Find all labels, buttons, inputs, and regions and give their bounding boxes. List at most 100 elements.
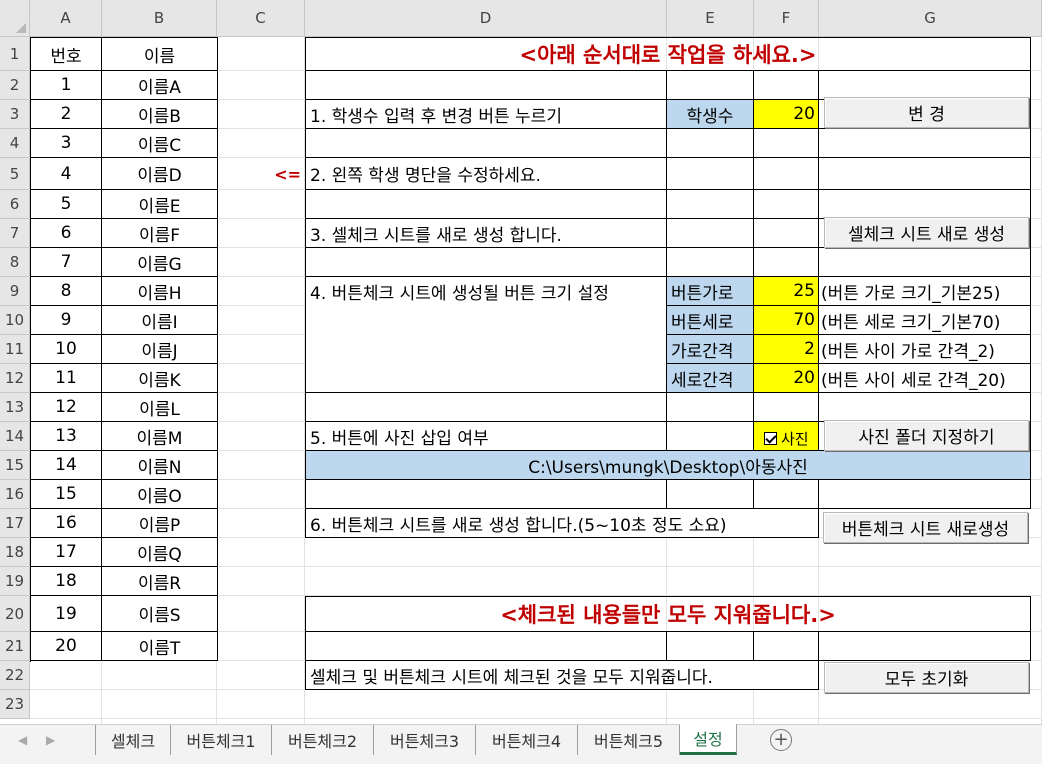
step4-text[interactable]: 4. 버튼체크 시트에 생성될 버튼 크기 설정 <box>305 277 667 306</box>
scroll-left-icon[interactable]: ◀ <box>18 733 27 747</box>
row-header-3[interactable]: 3 <box>0 100 30 129</box>
cell-d10[interactable] <box>305 306 667 335</box>
student-name-cell[interactable]: 이름E <box>102 190 218 219</box>
row-header-19[interactable]: 19 <box>0 567 30 596</box>
step5-text[interactable]: 5. 버튼에 사진 삽입 여부 <box>305 422 667 451</box>
cell-f5[interactable] <box>754 158 819 190</box>
instructions-title[interactable]: <아래 순서대로 작업을 하세요.> <box>305 37 1031 71</box>
vertical-gap-label[interactable]: 세로간격 <box>667 364 754 393</box>
column-header-g[interactable]: G <box>819 0 1042 37</box>
button-height-input[interactable]: 70 <box>754 306 819 335</box>
tab-buttoncheck4[interactable]: 버튼체크4 <box>476 725 578 755</box>
cell-g16[interactable] <box>819 480 1031 509</box>
cell-e5[interactable] <box>667 158 754 190</box>
cell-f6[interactable] <box>754 190 819 219</box>
student-number-cell[interactable]: 4 <box>30 158 102 190</box>
row-header-23[interactable]: 23 <box>0 690 30 719</box>
cell-f4[interactable] <box>754 129 819 158</box>
cell-f13[interactable] <box>754 393 819 422</box>
column-header-b[interactable]: B <box>102 0 217 37</box>
set-photo-folder-button[interactable]: 사진 폴더 지정하기 <box>824 420 1029 451</box>
cell-e2[interactable] <box>667 71 754 100</box>
step3-text[interactable]: 3. 셀체크 시트를 새로 생성 합니다. <box>305 219 667 248</box>
cell-e6[interactable] <box>667 190 754 219</box>
vertical-gap-input[interactable]: 20 <box>754 364 819 393</box>
row-header-8[interactable]: 8 <box>0 248 30 277</box>
cell-d4[interactable] <box>305 129 667 158</box>
cell-g4[interactable] <box>819 129 1031 158</box>
student-number-cell[interactable]: 14 <box>30 451 102 480</box>
button-height-label[interactable]: 버튼세로 <box>667 306 754 335</box>
cell-g21[interactable] <box>819 632 1031 661</box>
row-header-5[interactable]: 5 <box>0 158 30 190</box>
photo-checkbox[interactable]: 사진 <box>764 428 818 448</box>
student-name-cell[interactable]: 이름G <box>102 248 218 277</box>
student-number-cell[interactable]: 19 <box>30 596 102 632</box>
student-number-cell[interactable]: 2 <box>30 100 102 129</box>
cell-d2[interactable] <box>305 71 667 100</box>
student-name-cell[interactable]: 이름J <box>102 335 218 364</box>
step1-text[interactable]: 1. 학생수 입력 후 변경 버튼 누르기 <box>305 100 667 129</box>
student-number-cell[interactable]: 13 <box>30 422 102 451</box>
student-number-cell[interactable]: 17 <box>30 538 102 567</box>
cell-f7[interactable] <box>754 219 819 248</box>
cell-f2[interactable] <box>754 71 819 100</box>
student-name-cell[interactable]: 이름T <box>102 632 218 661</box>
tab-buttoncheck2[interactable]: 버튼체크2 <box>272 725 374 755</box>
scroll-right-icon[interactable]: ▶ <box>46 733 55 747</box>
row-header-10[interactable]: 10 <box>0 306 30 335</box>
row-header-14[interactable]: 14 <box>0 422 30 451</box>
header-number[interactable]: 번호 <box>30 37 102 71</box>
student-number-cell[interactable]: 8 <box>30 277 102 306</box>
student-name-cell[interactable]: 이름F <box>102 219 218 248</box>
tab-cellcheck[interactable]: 셀체크 <box>95 725 171 755</box>
student-number-cell[interactable]: 1 <box>30 71 102 100</box>
cell-e16[interactable] <box>667 480 754 509</box>
student-number-cell[interactable]: 15 <box>30 480 102 509</box>
step2-text[interactable]: 2. 왼쪽 학생 명단을 수정하세요. <box>305 158 667 190</box>
photo-folder-path[interactable]: C:\Users\mungk\Desktop\아동사진 <box>305 451 1031 480</box>
row-header-6[interactable]: 6 <box>0 190 30 219</box>
student-name-cell[interactable]: 이름A <box>102 71 218 100</box>
row-header-22[interactable]: 22 <box>0 661 30 690</box>
create-buttoncheck-sheet-button[interactable]: 버튼체크 시트 새로생성 <box>823 512 1028 543</box>
student-name-cell[interactable]: 이름O <box>102 480 218 509</box>
student-name-cell[interactable]: 이름C <box>102 129 218 158</box>
horizontal-gap-input[interactable]: 2 <box>754 335 819 364</box>
cell-d16[interactable] <box>305 480 667 509</box>
student-name-cell[interactable]: 이름H <box>102 277 218 306</box>
student-name-cell[interactable]: 이름D <box>102 158 218 190</box>
students-count-label[interactable]: 학생수 <box>667 100 754 129</box>
vertical-gap-note[interactable]: (버튼 사이 세로 간격_20) <box>819 364 1031 393</box>
column-header-f[interactable]: F <box>754 0 819 37</box>
cell-d12[interactable] <box>305 364 667 393</box>
cell-d8[interactable] <box>305 248 667 277</box>
student-number-cell[interactable]: 5 <box>30 190 102 219</box>
cell-e8[interactable] <box>667 248 754 277</box>
row-header-1[interactable]: 1 <box>0 37 30 71</box>
student-number-cell[interactable]: 9 <box>30 306 102 335</box>
clear-section-title[interactable]: <체크된 내용들만 모두 지워줍니다.> <box>305 596 1031 632</box>
tab-buttoncheck3[interactable]: 버튼체크3 <box>374 725 476 755</box>
button-width-label[interactable]: 버튼가로 <box>667 277 754 306</box>
student-name-cell[interactable]: 이름R <box>102 567 218 596</box>
horizontal-gap-note[interactable]: (버튼 사이 가로 간격_2) <box>819 335 1031 364</box>
cell-e13[interactable] <box>667 393 754 422</box>
cell-d6[interactable] <box>305 190 667 219</box>
checkbox-checked-icon[interactable] <box>764 431 777 445</box>
student-name-cell[interactable]: 이름L <box>102 393 218 422</box>
student-name-cell[interactable]: 이름N <box>102 451 218 480</box>
cell-e4[interactable] <box>667 129 754 158</box>
button-width-note[interactable]: (버튼 가로 크기_기본25) <box>819 277 1031 306</box>
student-name-cell[interactable]: 이름S <box>102 596 218 632</box>
student-name-cell[interactable]: 이름I <box>102 306 218 335</box>
cell-g2[interactable] <box>819 71 1031 100</box>
student-name-cell[interactable]: 이름Q <box>102 538 218 567</box>
student-number-cell[interactable]: 12 <box>30 393 102 422</box>
cell-g13[interactable] <box>819 393 1031 422</box>
student-name-cell[interactable]: 이름K <box>102 364 218 393</box>
column-header-a[interactable]: A <box>30 0 102 37</box>
tab-buttoncheck1[interactable]: 버튼체크1 <box>171 725 272 755</box>
cell-g8[interactable] <box>819 248 1031 277</box>
cell-d13[interactable] <box>305 393 667 422</box>
